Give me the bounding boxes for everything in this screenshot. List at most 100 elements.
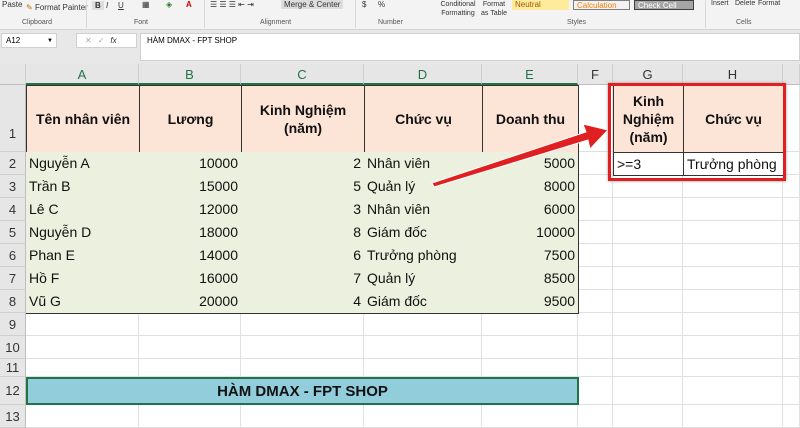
empty-cell[interactable] xyxy=(683,221,783,244)
table-cell[interactable]: 12000 xyxy=(139,198,242,222)
percent-button[interactable]: % xyxy=(378,0,385,9)
empty-cell[interactable] xyxy=(578,244,613,267)
empty-cell[interactable] xyxy=(783,336,800,359)
empty-cell[interactable] xyxy=(683,267,783,290)
table-cell[interactable]: 5000 xyxy=(482,152,579,176)
empty-cell[interactable] xyxy=(578,221,613,244)
empty-cell[interactable] xyxy=(139,336,241,359)
column-header[interactable]: D xyxy=(364,64,482,85)
row-header[interactable]: 12 xyxy=(0,377,26,405)
empty-cell[interactable] xyxy=(613,359,683,377)
empty-cell[interactable] xyxy=(783,313,800,336)
empty-cell[interactable] xyxy=(683,377,783,405)
empty-cell[interactable] xyxy=(683,359,783,377)
fx-icon[interactable]: fx xyxy=(110,36,116,45)
table-cell[interactable]: Nguyễn A xyxy=(26,152,140,176)
table-cell[interactable]: 16000 xyxy=(139,267,242,291)
empty-cell[interactable] xyxy=(578,313,613,336)
empty-cell[interactable] xyxy=(241,313,364,336)
row-header[interactable]: 5 xyxy=(0,221,26,244)
empty-cell[interactable] xyxy=(364,336,482,359)
row-header[interactable]: 7 xyxy=(0,267,26,290)
row-header[interactable]: 3 xyxy=(0,175,26,198)
table-cell[interactable]: Giám đốc xyxy=(364,290,483,314)
underline-button[interactable]: U xyxy=(118,1,124,10)
column-header[interactable]: C xyxy=(241,64,364,85)
enter-icon[interactable]: ✓ xyxy=(98,36,111,45)
row-header[interactable]: 10 xyxy=(0,336,26,359)
row-header[interactable]: 4 xyxy=(0,198,26,221)
row-header[interactable]: 9 xyxy=(0,313,26,336)
empty-cell[interactable] xyxy=(783,405,800,428)
empty-cell[interactable] xyxy=(241,405,364,428)
table-cell[interactable]: 9500 xyxy=(482,290,579,314)
empty-cell[interactable] xyxy=(683,405,783,428)
empty-cell[interactable] xyxy=(783,244,800,267)
table-header-cell[interactable]: Kinh Nghiệm (năm) xyxy=(241,85,365,153)
table-cell[interactable]: 15000 xyxy=(139,175,242,199)
fill-color-icon[interactable]: ◈ xyxy=(166,0,172,9)
row-header[interactable]: 13 xyxy=(0,405,26,428)
italic-button[interactable]: I xyxy=(106,1,108,10)
table-cell[interactable]: Hồ F xyxy=(26,267,140,291)
empty-cell[interactable] xyxy=(613,290,683,313)
empty-cell[interactable] xyxy=(26,405,139,428)
empty-cell[interactable] xyxy=(482,405,578,428)
table-cell[interactable]: 18000 xyxy=(139,221,242,245)
empty-cell[interactable] xyxy=(683,336,783,359)
empty-cell[interactable] xyxy=(578,336,613,359)
format-painter-button[interactable]: ✎ Format Painter xyxy=(26,3,88,12)
table-cell[interactable]: 10000 xyxy=(482,221,579,245)
paste-button[interactable]: Paste xyxy=(2,0,22,9)
empty-cell[interactable] xyxy=(364,313,482,336)
empty-cell[interactable] xyxy=(578,290,613,313)
table-header-cell[interactable]: Doanh thu xyxy=(482,85,579,153)
column-header[interactable]: G xyxy=(613,64,683,85)
table-header-cell[interactable]: Chức vụ xyxy=(364,85,483,153)
empty-cell[interactable] xyxy=(482,336,578,359)
row-header[interactable]: 11 xyxy=(0,359,26,377)
format-button[interactable]: Format xyxy=(758,0,780,7)
style-neutral[interactable]: Neutral xyxy=(512,0,569,10)
table-cell[interactable]: 8 xyxy=(241,221,365,245)
merge-center-button[interactable]: Merge & Center xyxy=(281,0,344,9)
empty-cell[interactable] xyxy=(139,313,241,336)
empty-cell[interactable] xyxy=(783,359,800,377)
table-cell[interactable]: 14000 xyxy=(139,244,242,268)
table-cell[interactable]: Quản lý xyxy=(364,267,483,291)
empty-cell[interactable] xyxy=(482,313,578,336)
column-header[interactable]: H xyxy=(683,64,783,85)
empty-cell[interactable] xyxy=(578,405,613,428)
table-cell[interactable]: 6 xyxy=(241,244,365,268)
column-header[interactable]: F xyxy=(578,64,613,85)
borders-icon[interactable]: ▦ xyxy=(142,0,150,9)
row-header[interactable]: 8 xyxy=(0,290,26,313)
empty-cell[interactable] xyxy=(613,267,683,290)
empty-cell[interactable] xyxy=(613,336,683,359)
column-header[interactable] xyxy=(783,64,800,85)
empty-cell[interactable] xyxy=(26,336,139,359)
font-color-icon[interactable]: A xyxy=(186,0,192,9)
table-cell[interactable]: 7 xyxy=(241,267,365,291)
table-cell[interactable]: 6000 xyxy=(482,198,579,222)
table-cell[interactable]: 7500 xyxy=(482,244,579,268)
table-cell[interactable]: Phan E xyxy=(26,244,140,268)
table-cell[interactable]: Trần B xyxy=(26,175,140,199)
table-cell[interactable]: 2 xyxy=(241,152,365,176)
style-calculation[interactable]: Calculation xyxy=(573,0,630,10)
table-header-cell[interactable]: Tên nhân viên xyxy=(26,85,140,153)
format-as-table-button[interactable]: Format as Table xyxy=(479,0,509,18)
row-header[interactable]: 1 xyxy=(0,85,26,152)
currency-button[interactable]: $ xyxy=(362,0,366,9)
empty-cell[interactable] xyxy=(613,313,683,336)
title-banner-cell[interactable]: HÀM DMAX - FPT SHOP xyxy=(26,377,579,405)
empty-cell[interactable] xyxy=(578,359,613,377)
table-cell[interactable]: 8000 xyxy=(482,175,579,199)
table-header-cell[interactable]: Lương xyxy=(139,85,242,153)
empty-cell[interactable] xyxy=(139,359,241,377)
empty-cell[interactable] xyxy=(26,359,139,377)
align-icons[interactable]: ☰ ☰ ☰ ⇤ ⇥ xyxy=(210,0,254,9)
table-cell[interactable]: Nhân viên xyxy=(364,198,483,222)
column-header[interactable]: A xyxy=(26,64,139,85)
select-all-corner[interactable] xyxy=(0,64,26,85)
